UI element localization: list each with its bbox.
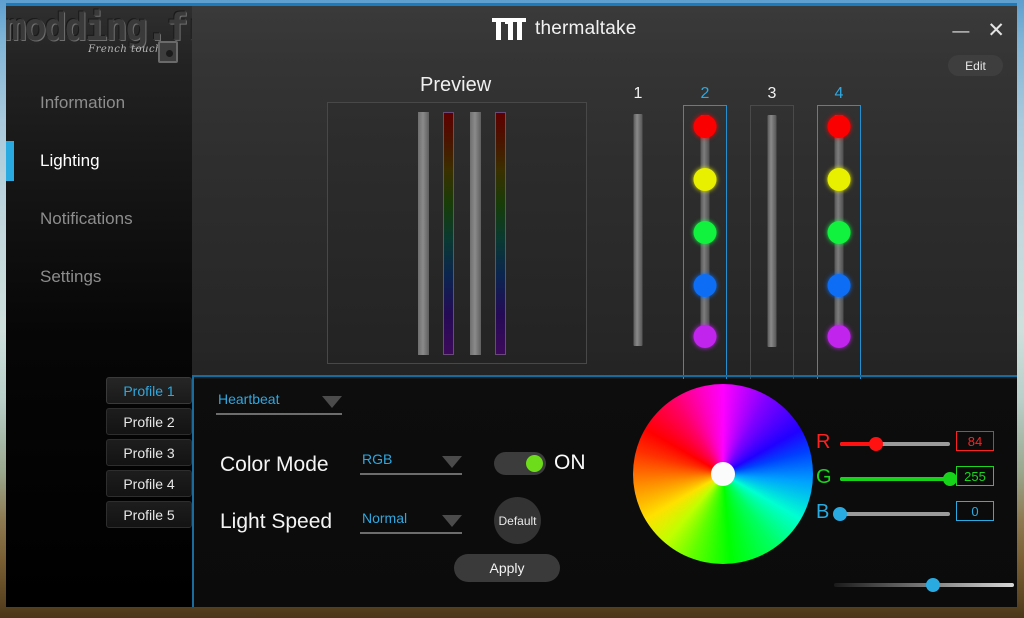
preview-title: Preview: [420, 74, 492, 96]
color-mode-label: Color Mode: [220, 453, 329, 476]
profile-button-4[interactable]: Profile 4: [106, 470, 192, 497]
device-column-header-1[interactable]: 1: [624, 85, 652, 103]
led-a[interactable]: [827, 115, 851, 138]
sidebar-item-label: Information: [40, 93, 126, 112]
thermaltake-riing-app-window: modding.fr French touch Information Ligh…: [6, 3, 1017, 607]
light-speed-label: Light Speed: [220, 510, 333, 533]
red-value-box[interactable]: 84: [956, 431, 994, 451]
thermaltake-tt-logo-icon: [492, 18, 526, 40]
led-a[interactable]: [693, 115, 717, 138]
channel-letter-g: G: [816, 466, 832, 488]
preview-strip-3: [470, 112, 481, 355]
profile-label: Profile 5: [123, 506, 175, 523]
brand-name: thermaltake: [535, 18, 637, 39]
green-value-box[interactable]: 255: [956, 466, 994, 486]
device-column-header-3[interactable]: 3: [758, 85, 786, 103]
green-slider-fill: [840, 477, 950, 481]
led-c[interactable]: [827, 221, 851, 244]
brightness-slider-knob[interactable]: [926, 578, 940, 592]
green-slider-track[interactable]: [840, 472, 957, 486]
device-column-3[interactable]: [750, 105, 794, 379]
color-wheel[interactable]: [633, 384, 813, 564]
modding-fr-watermark: modding.fr French touch: [6, 6, 209, 70]
sidebar-active-accent-bar: [6, 141, 14, 181]
watermark-main-text: modding.fr: [6, 6, 209, 49]
blue-value-box[interactable]: 0: [956, 501, 994, 521]
effect-dropdown-value: Heartbeat: [218, 391, 280, 407]
main-content: thermaltake — ✕ Edit Preview 1 2 3 4 Hea…: [192, 6, 1017, 607]
profile-list: Profile 1 Profile 2 Profile 3 Profile 4 …: [106, 377, 192, 532]
power-toggle-state-label: ON: [554, 451, 586, 474]
device-column-1[interactable]: [616, 105, 660, 379]
device-rail: [767, 115, 777, 347]
edit-button[interactable]: Edit: [948, 55, 1003, 76]
profile-button-1[interactable]: Profile 1: [106, 377, 192, 404]
profile-button-3[interactable]: Profile 3: [106, 439, 192, 466]
brand-lockup: thermaltake: [492, 18, 636, 40]
led-e[interactable]: [693, 325, 717, 348]
sidebar-item-settings[interactable]: Settings: [6, 257, 192, 297]
brightness-slider-track[interactable]: [834, 578, 1014, 592]
profile-label: Profile 4: [123, 475, 175, 492]
blue-slider-track[interactable]: [833, 507, 950, 521]
led-d[interactable]: [827, 274, 851, 297]
preview-panel: [327, 102, 587, 364]
chevron-down-icon[interactable]: [322, 396, 342, 408]
channel-letter-b: B: [816, 501, 830, 523]
green-slider-knob[interactable]: [943, 472, 957, 486]
sidebar-item-label: Lighting: [40, 151, 100, 170]
chevron-down-icon[interactable]: [442, 456, 462, 468]
apply-button-label: Apply: [489, 560, 525, 576]
watermark-tagline: French touch: [88, 44, 162, 55]
sidebar-item-label: Notifications: [40, 209, 133, 228]
close-icon[interactable]: ✕: [987, 20, 1005, 41]
color-mode-dropdown-value: RGB: [362, 451, 393, 467]
default-button-label: Default: [498, 513, 537, 528]
channel-letter-r: R: [816, 431, 831, 453]
sidebar: modding.fr French touch Information Ligh…: [6, 6, 209, 607]
profile-button-2[interactable]: Profile 2: [106, 408, 192, 435]
sidebar-item-lighting[interactable]: Lighting: [6, 141, 192, 181]
effect-dropdown[interactable]: Heartbeat: [216, 391, 342, 415]
blue-slider-knob[interactable]: [833, 507, 847, 521]
light-speed-dropdown-value: Normal: [362, 510, 408, 526]
content-divider-vertical: [192, 376, 194, 607]
minimize-icon[interactable]: —: [952, 22, 969, 39]
red-slider-track[interactable]: [840, 437, 950, 451]
profile-label: Profile 1: [123, 382, 175, 399]
default-button[interactable]: Default: [494, 497, 541, 544]
watermark-box-glyph: [158, 41, 178, 63]
profile-label: Profile 2: [123, 413, 175, 430]
window-controls: — ✕: [952, 20, 1005, 41]
led-c[interactable]: [693, 221, 717, 244]
chevron-down-icon[interactable]: [442, 515, 462, 527]
led-b[interactable]: [693, 168, 717, 191]
device-column-header-4[interactable]: 4: [825, 85, 853, 103]
preview-strip-1: [418, 112, 429, 355]
edit-button-label: Edit: [965, 58, 986, 73]
color-wheel-center-handle[interactable]: [711, 462, 735, 486]
sidebar-item-label: Settings: [40, 267, 102, 286]
light-speed-dropdown[interactable]: Normal: [360, 510, 462, 534]
color-mode-dropdown[interactable]: RGB: [360, 451, 462, 475]
preview-strip-4: [495, 112, 506, 355]
content-divider-horizontal: [192, 375, 1017, 377]
profile-label: Profile 3: [123, 444, 175, 461]
led-d[interactable]: [693, 274, 717, 297]
power-toggle-knob: [526, 455, 543, 472]
led-b[interactable]: [827, 168, 851, 191]
device-column-header-2[interactable]: 2: [691, 85, 719, 103]
device-column-2[interactable]: [683, 105, 727, 379]
sidebar-item-notifications[interactable]: Notifications: [6, 199, 192, 239]
preview-strip-2: [443, 112, 454, 355]
device-rail: [633, 114, 643, 346]
sidebar-item-information[interactable]: Information: [6, 83, 192, 123]
profile-button-5[interactable]: Profile 5: [106, 501, 192, 528]
device-column-4[interactable]: [817, 105, 861, 379]
power-toggle[interactable]: [494, 452, 546, 475]
apply-button[interactable]: Apply: [454, 554, 560, 582]
led-e[interactable]: [827, 325, 851, 348]
